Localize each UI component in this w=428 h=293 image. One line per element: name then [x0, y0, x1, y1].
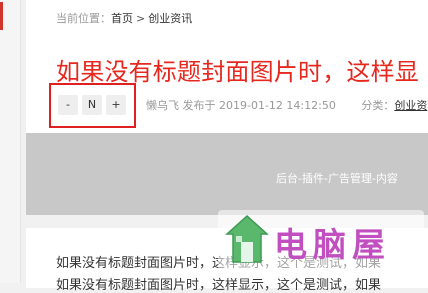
- breadcrumb: 当前位置：首页 > 创业资讯: [56, 10, 192, 26]
- article-title: 如果没有标题封面图片时，这样显: [56, 58, 419, 86]
- font-decrease-button[interactable]: -: [58, 95, 78, 115]
- breadcrumb-separator: >: [136, 12, 146, 25]
- author-name: 懒乌飞: [146, 99, 179, 112]
- ad-banner-text: 后台-插件-广告管理-内容: [276, 172, 398, 185]
- category-label: 分类：: [361, 99, 395, 112]
- breadcrumb-home-link[interactable]: 首页: [111, 12, 133, 25]
- left-sidebar-strip: [0, 0, 21, 283]
- breadcrumb-category-link[interactable]: 创业资讯: [148, 12, 192, 25]
- publish-date: 发布于 2019-01-12 14:12:50: [182, 99, 336, 112]
- house-icon: [225, 214, 269, 263]
- article-meta: 懒乌飞 发布于 2019-01-12 14:12:50 分类：创业资: [146, 97, 427, 113]
- font-normal-button[interactable]: N: [82, 95, 102, 115]
- watermark-text: 电脑屋: [274, 225, 391, 264]
- breadcrumb-prefix: 当前位置：: [56, 12, 111, 25]
- sidebar-accent: [0, 2, 3, 30]
- font-increase-button[interactable]: +: [106, 95, 126, 115]
- category-link[interactable]: 创业资: [394, 99, 427, 112]
